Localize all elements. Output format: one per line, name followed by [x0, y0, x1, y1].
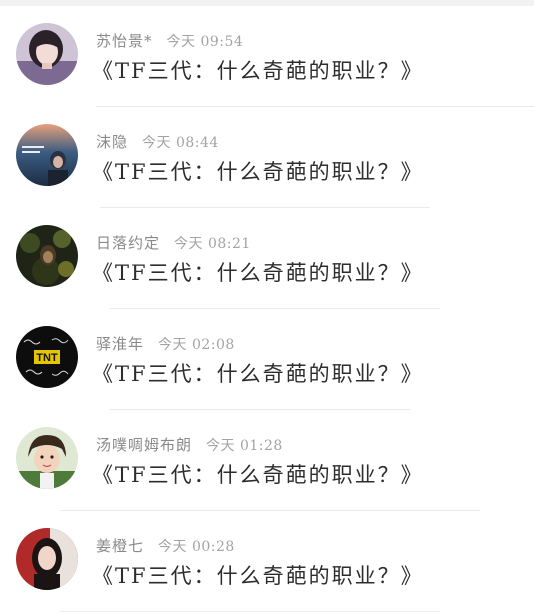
- message-list: 苏怡景* 今天 09:54 《TF三代：什么奇葩的职业？》 沫隐 今天 08:4…: [0, 6, 534, 612]
- boy-cartoon-avatar[interactable]: [16, 427, 78, 489]
- sender-row: 汤噗啁姆布朗 今天 01:28: [96, 434, 283, 455]
- list-item[interactable]: 日落约定 今天 08:21 《TF三代：什么奇葩的职业？》: [0, 208, 534, 309]
- girl-red-avatar[interactable]: [16, 528, 78, 590]
- sender-name[interactable]: 汤噗啁姆布朗: [96, 436, 192, 454]
- message-text[interactable]: 《TF三代：什么奇葩的职业？》: [92, 55, 424, 85]
- logo-text: TNT: [36, 352, 58, 364]
- list-item[interactable]: 汤噗啁姆布朗 今天 01:28 《TF三代：什么奇葩的职业？》: [0, 410, 534, 511]
- sender-row: 姜橙七 今天 00:28: [96, 535, 235, 556]
- timestamp: 今天 09:54: [166, 34, 244, 50]
- poster-blue-avatar[interactable]: [16, 124, 78, 186]
- sender-name[interactable]: 苏怡景*: [96, 32, 153, 50]
- timestamp: 今天 01:28: [206, 438, 283, 454]
- message-text[interactable]: 《TF三代：什么奇葩的职业？》: [92, 257, 424, 287]
- timestamp: 今天 00:28: [158, 539, 235, 555]
- sender-name[interactable]: 姜橙七: [96, 537, 144, 555]
- sender-row: 沫隐 今天 08:44: [96, 131, 219, 152]
- list-item[interactable]: 姜橙七 今天 00:28 《TF三代：什么奇葩的职业？》: [0, 511, 534, 612]
- list-item[interactable]: 沫隐 今天 08:44 《TF三代：什么奇葩的职业？》: [0, 107, 534, 208]
- sender-name[interactable]: 日落约定: [96, 234, 160, 252]
- sender-name[interactable]: 沫隐: [96, 133, 128, 151]
- tnt-logo-avatar[interactable]: TNT: [16, 326, 78, 388]
- sender-row: 苏怡景* 今天 09:54: [96, 30, 243, 51]
- sender-row: 驿淮年 今天 02:08: [96, 333, 235, 354]
- timestamp: 今天 08:21: [174, 236, 251, 252]
- list-item[interactable]: TNT 驿淮年 今天 02:08 《TF三代：什么奇葩的职业？》: [0, 309, 534, 410]
- timestamp: 今天 08:44: [142, 135, 219, 151]
- list-item[interactable]: 苏怡景* 今天 09:54 《TF三代：什么奇葩的职业？》: [0, 6, 534, 107]
- timestamp: 今天 02:08: [158, 337, 235, 353]
- message-text[interactable]: 《TF三代：什么奇葩的职业？》: [92, 156, 424, 186]
- girl-purple-avatar[interactable]: [16, 23, 78, 85]
- message-text[interactable]: 《TF三代：什么奇葩的职业？》: [92, 358, 424, 388]
- message-text[interactable]: 《TF三代：什么奇葩的职业？》: [92, 459, 424, 489]
- sender-name[interactable]: 驿淮年: [96, 335, 144, 353]
- dark-foliage-avatar[interactable]: [16, 225, 78, 287]
- sender-row: 日落约定 今天 08:21: [96, 232, 251, 253]
- message-text[interactable]: 《TF三代：什么奇葩的职业？》: [92, 560, 424, 590]
